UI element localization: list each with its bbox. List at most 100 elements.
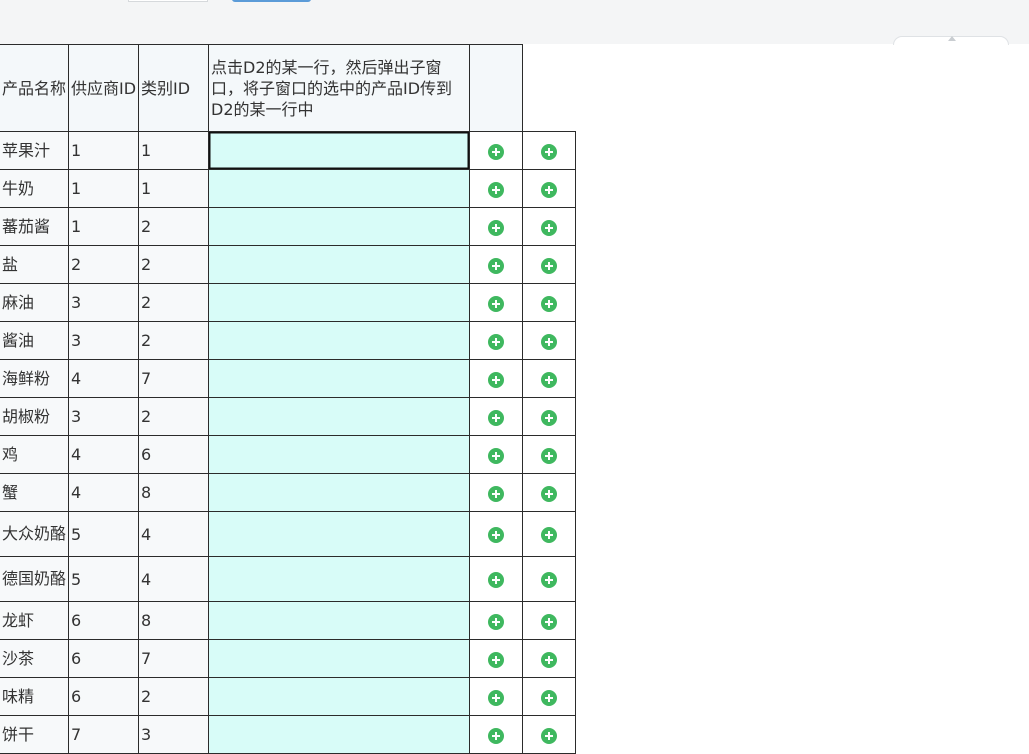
add-circle-icon[interactable] [541,295,557,312]
add-circle-icon[interactable] [488,219,504,236]
add-circle-icon[interactable] [488,295,504,312]
product-name-cell: 蕃茄酱 [0,207,69,246]
product-table: 产品名称 供应商ID 类别ID 点击D2的某一行，然后弹出子窗口，将子窗口的选中… [0,44,576,754]
add-circle-icon[interactable] [541,409,557,426]
add-row-cell [469,511,523,557]
add-circle-icon[interactable] [488,485,504,502]
product-name-cell: 海鲜粉 [0,359,69,398]
d2-cell[interactable] [208,245,470,284]
add-circle-icon[interactable] [541,572,557,588]
caret-up-icon [948,36,956,41]
add-circle-icon[interactable] [541,257,557,274]
add-circle-icon[interactable] [488,371,504,388]
add-row-cell [469,639,523,678]
toolbar-input[interactable] [128,0,208,2]
header-supplier-id: 供应商ID [68,44,139,132]
d2-cell[interactable] [208,511,470,557]
add-circle-icon[interactable] [541,333,557,350]
add-circle-icon[interactable] [541,527,557,543]
add-child-cell [522,715,576,754]
add-child-cell [522,639,576,678]
supplier-id-cell: 3 [68,321,139,360]
add-circle-icon[interactable] [488,181,504,198]
add-child-cell [522,169,576,208]
add-circle-icon[interactable] [541,613,557,630]
table-row: 蕃茄酱 1 2 [0,207,576,246]
add-circle-icon[interactable] [488,572,504,588]
category-id-cell: 4 [138,556,209,602]
add-child-cell [522,207,576,246]
d2-cell[interactable] [208,283,470,322]
add-circle-icon[interactable] [488,651,504,668]
add-circle-icon[interactable] [541,447,557,464]
d2-cell[interactable] [208,715,470,754]
product-name-cell: 盐 [0,245,69,284]
add-row-cell [469,677,523,716]
table-row: 胡椒粉 3 2 [0,397,576,436]
add-child-cell [522,359,576,398]
add-circle-icon[interactable] [488,689,504,706]
add-circle-icon[interactable] [488,527,504,543]
add-circle-icon[interactable] [488,409,504,426]
d2-cell[interactable] [208,677,470,716]
product-name-cell: 大众奶酪 [0,511,69,557]
d2-cell[interactable] [208,639,470,678]
add-circle-icon[interactable] [541,485,557,502]
add-row-cell [469,359,523,398]
add-child-cell [522,131,576,170]
table-row: 德国奶酪 5 4 [0,556,576,602]
add-circle-icon[interactable] [541,219,557,236]
product-name-cell: 味精 [0,677,69,716]
add-circle-icon[interactable] [541,651,557,668]
add-circle-icon[interactable] [541,727,557,744]
add-circle-icon[interactable] [488,727,504,744]
collapse-toggle[interactable] [893,36,1009,45]
add-circle-icon[interactable] [488,613,504,630]
table-row: 酱油 3 2 [0,321,576,360]
add-row-cell [469,715,523,754]
supplier-id-cell: 6 [68,677,139,716]
d2-cell[interactable] [208,473,470,512]
add-circle-icon[interactable] [488,257,504,274]
add-circle-icon[interactable] [488,447,504,464]
product-name-cell: 龙虾 [0,601,69,640]
add-circle-icon[interactable] [488,333,504,350]
add-row-cell [469,473,523,512]
add-row-cell [469,131,523,170]
d2-cell[interactable] [208,207,470,246]
table-row: 麻油 3 2 [0,283,576,322]
add-circle-icon[interactable] [541,181,557,198]
d2-cell[interactable] [208,601,470,640]
add-child-cell [522,601,576,640]
product-name-cell: 蟹 [0,473,69,512]
add-circle-icon[interactable] [541,371,557,388]
supplier-id-cell: 3 [68,283,139,322]
add-child-cell [522,511,576,557]
add-row-cell [469,601,523,640]
d2-cell[interactable] [208,321,470,360]
category-id-cell: 1 [138,169,209,208]
category-id-cell: 7 [138,359,209,398]
table-row: 大众奶酪 5 4 [0,511,576,557]
product-name-cell: 牛奶 [0,169,69,208]
toolbar-button[interactable] [232,0,311,2]
table-row: 海鲜粉 4 7 [0,359,576,398]
d2-cell[interactable] [208,169,470,208]
add-row-cell [469,169,523,208]
product-name-cell: 饼干 [0,715,69,754]
d2-cell[interactable] [208,556,470,602]
d2-cell[interactable] [208,397,470,436]
add-circle-icon[interactable] [488,143,504,160]
category-id-cell: 2 [138,207,209,246]
add-row-cell [469,397,523,436]
header-category-id: 类别ID [138,44,209,132]
d2-cell[interactable] [208,131,470,170]
add-circle-icon[interactable] [541,143,557,160]
d2-cell[interactable] [208,359,470,398]
table-row: 沙茶 6 7 [0,639,576,678]
product-name-cell: 鸡 [0,435,69,474]
d2-cell[interactable] [208,435,470,474]
add-circle-icon[interactable] [541,689,557,706]
add-child-cell [522,321,576,360]
category-id-cell: 4 [138,511,209,557]
